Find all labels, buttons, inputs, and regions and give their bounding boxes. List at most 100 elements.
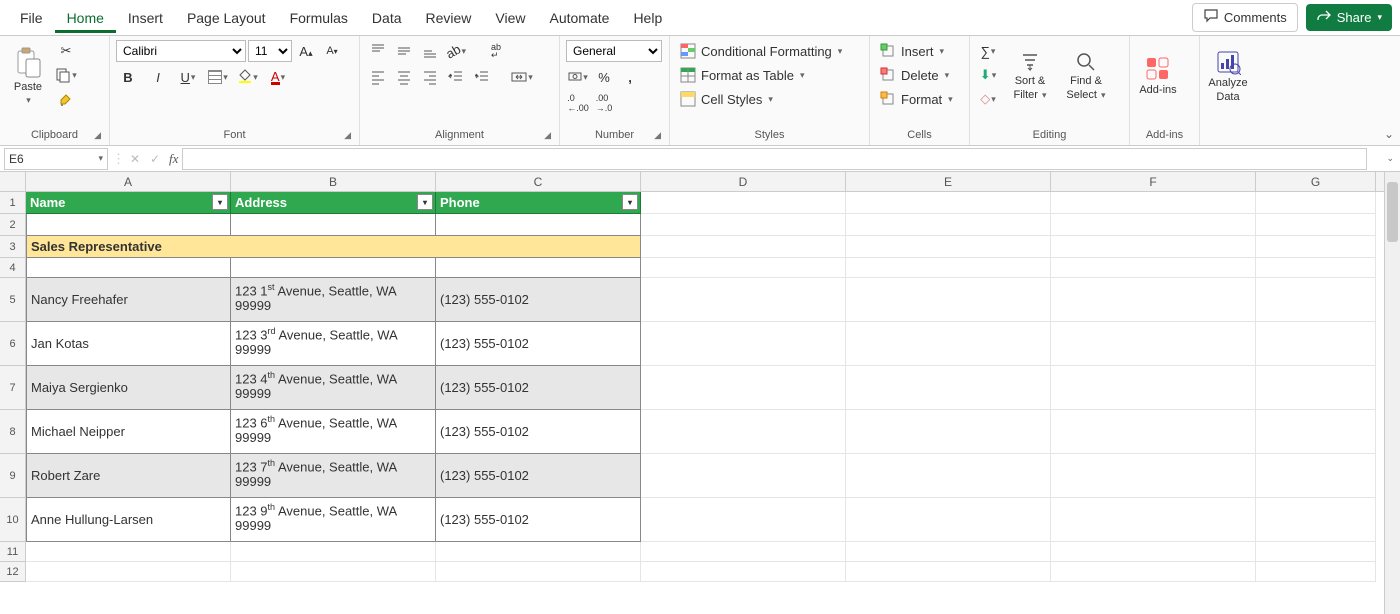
cell[interactable] <box>1051 366 1256 410</box>
formula-bar-input[interactable] <box>182 148 1367 170</box>
tab-view[interactable]: View <box>483 4 537 32</box>
cell[interactable] <box>1051 454 1256 498</box>
number-format-select[interactable]: General <box>566 40 662 62</box>
cut-button[interactable]: ✂ <box>54 40 78 62</box>
cell[interactable] <box>846 366 1051 410</box>
category-row[interactable]: Sales Representative <box>26 236 641 258</box>
select-all-corner[interactable] <box>0 172 26 191</box>
cell[interactable] <box>1051 258 1256 278</box>
merge-center-button[interactable]: ▾ <box>510 66 534 88</box>
cancel-formula-button[interactable]: ✕ <box>125 152 145 166</box>
phone-cell[interactable]: (123) 555-0102 <box>436 498 641 542</box>
align-center-button[interactable] <box>392 66 416 88</box>
cell[interactable] <box>436 214 641 236</box>
cell[interactable] <box>846 236 1051 258</box>
clipboard-launcher[interactable]: ◢ <box>94 130 101 141</box>
cell[interactable] <box>231 214 436 236</box>
filter-button[interactable]: ▾ <box>212 194 228 210</box>
row-header-12[interactable]: 12 <box>0 562 26 582</box>
row-header-7[interactable]: 7 <box>0 366 26 410</box>
decrease-font-button[interactable]: A▾ <box>320 40 344 62</box>
cell[interactable] <box>641 498 846 542</box>
sort-filter-button[interactable]: Sort & Filter ▾ <box>1004 40 1056 112</box>
name-cell[interactable]: Robert Zare <box>26 454 231 498</box>
comma-button[interactable]: , <box>618 66 642 88</box>
comments-button[interactable]: Comments <box>1192 3 1298 32</box>
underline-button[interactable]: U▾ <box>176 66 200 88</box>
name-cell[interactable]: Maiya Sergienko <box>26 366 231 410</box>
cell[interactable] <box>1256 322 1376 366</box>
conditional-formatting-button[interactable]: Conditional Formatting▾ <box>676 40 846 62</box>
copy-button[interactable]: ▾ <box>54 64 78 86</box>
name-cell[interactable]: Jan Kotas <box>26 322 231 366</box>
column-header-D[interactable]: D <box>641 172 846 191</box>
cell[interactable] <box>846 542 1051 562</box>
vertical-scrollbar[interactable] <box>1384 172 1400 614</box>
ribbon-collapse-button[interactable]: ⌄ <box>1384 127 1394 141</box>
row-header-8[interactable]: 8 <box>0 410 26 454</box>
tab-formulas[interactable]: Formulas <box>278 4 360 32</box>
fill-color-button[interactable]: ▾ <box>236 66 260 88</box>
cell[interactable] <box>846 410 1051 454</box>
column-header-G[interactable]: G <box>1256 172 1376 191</box>
address-cell[interactable]: 123 7th Avenue, Seattle, WA 99999 <box>231 454 436 498</box>
table-header-phone[interactable]: Phone▾ <box>436 192 641 214</box>
cell[interactable] <box>1256 278 1376 322</box>
font-size-select[interactable]: 11 <box>248 40 292 62</box>
cell[interactable] <box>1051 236 1256 258</box>
number-launcher[interactable]: ◢ <box>654 130 661 141</box>
row-header-10[interactable]: 10 <box>0 498 26 542</box>
cell[interactable] <box>1051 192 1256 214</box>
share-button[interactable]: Share ▾ <box>1306 4 1392 31</box>
row-header-4[interactable]: 4 <box>0 258 26 278</box>
cell[interactable] <box>846 454 1051 498</box>
address-cell[interactable]: 123 6th Avenue, Seattle, WA 99999 <box>231 410 436 454</box>
cell[interactable] <box>1256 366 1376 410</box>
address-cell[interactable]: 123 9th Avenue, Seattle, WA 99999 <box>231 498 436 542</box>
column-header-F[interactable]: F <box>1051 172 1256 191</box>
cell[interactable] <box>641 236 846 258</box>
cell[interactable] <box>1256 498 1376 542</box>
cell[interactable] <box>1051 214 1256 236</box>
cell[interactable] <box>1051 410 1256 454</box>
cell[interactable] <box>26 562 231 582</box>
autosum-button[interactable]: ∑▾ <box>976 40 1000 62</box>
orientation-button[interactable]: ab▾ <box>444 40 468 62</box>
analyze-data-button[interactable]: Analyze Data <box>1206 40 1250 112</box>
name-box[interactable]: E6 ▾ <box>4 148 108 170</box>
cell[interactable] <box>1256 258 1376 278</box>
address-cell[interactable]: 123 3rd Avenue, Seattle, WA 99999 <box>231 322 436 366</box>
format-painter-button[interactable] <box>54 88 78 110</box>
row-header-9[interactable]: 9 <box>0 454 26 498</box>
tab-data[interactable]: Data <box>360 4 414 32</box>
row-header-5[interactable]: 5 <box>0 278 26 322</box>
expand-formula-bar[interactable]: ⌄ <box>1386 153 1394 164</box>
address-cell[interactable]: 123 1st Avenue, Seattle, WA 99999 <box>231 278 436 322</box>
cell[interactable] <box>231 258 436 278</box>
filter-button[interactable]: ▾ <box>622 194 638 210</box>
cell[interactable] <box>1051 562 1256 582</box>
cell[interactable] <box>26 258 231 278</box>
clear-button[interactable]: ◇▾ <box>976 88 1000 110</box>
tab-home[interactable]: Home <box>55 4 116 33</box>
cell[interactable] <box>641 214 846 236</box>
phone-cell[interactable]: (123) 555-0102 <box>436 454 641 498</box>
cell[interactable] <box>26 214 231 236</box>
enter-formula-button[interactable]: ✓ <box>145 152 165 166</box>
format-cells-button[interactable]: Format▾ <box>876 88 957 110</box>
cell[interactable] <box>436 258 641 278</box>
align-left-button[interactable] <box>366 66 390 88</box>
tab-review[interactable]: Review <box>414 4 484 32</box>
row-header-3[interactable]: 3 <box>0 236 26 258</box>
align-top-button[interactable] <box>366 40 390 62</box>
addins-button[interactable]: Add-ins <box>1136 40 1180 112</box>
cell[interactable] <box>1256 192 1376 214</box>
cell[interactable] <box>846 258 1051 278</box>
delete-cells-button[interactable]: Delete▾ <box>876 64 957 86</box>
tab-insert[interactable]: Insert <box>116 4 175 32</box>
row-header-1[interactable]: 1 <box>0 192 26 214</box>
alignment-launcher[interactable]: ◢ <box>544 130 551 141</box>
column-header-E[interactable]: E <box>846 172 1051 191</box>
cell[interactable] <box>1256 236 1376 258</box>
column-header-A[interactable]: A <box>26 172 231 191</box>
